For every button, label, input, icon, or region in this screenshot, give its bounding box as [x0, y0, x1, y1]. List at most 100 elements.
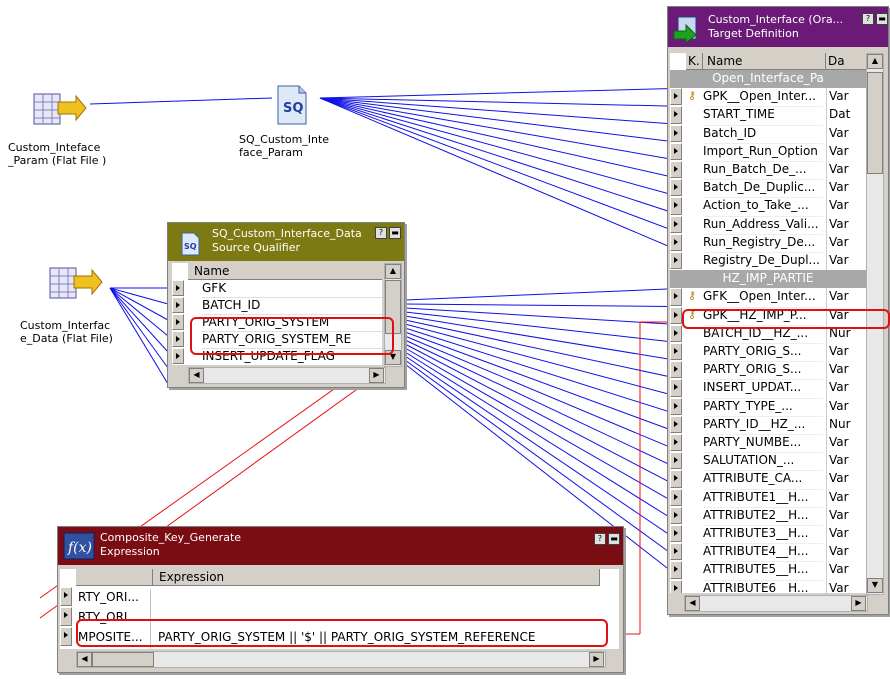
scroll-right-button[interactable]: ▶	[369, 368, 384, 383]
port-arrow[interactable]	[670, 288, 682, 306]
port-name[interactable]: SALUTATION_...	[703, 452, 823, 472]
port-expression[interactable]	[158, 589, 598, 609]
sq-horizontal-scrollbar[interactable]: ◀ ▶	[188, 367, 386, 384]
port-arrow[interactable]	[670, 142, 682, 160]
port-arrow[interactable]	[670, 88, 682, 106]
scroll-right-button[interactable]: ▶	[851, 596, 866, 611]
help-button[interactable]: ?	[594, 533, 606, 545]
expr-horizontal-scrollbar[interactable]: ◀ ▶	[76, 651, 606, 668]
port-arrow[interactable]	[670, 415, 682, 433]
port-arrow[interactable]	[670, 579, 682, 593]
expr-title-bar[interactable]: f(x) Composite_Key_Generate Expression ?…	[58, 527, 623, 565]
port-arrow[interactable]	[670, 306, 682, 324]
port-arrow[interactable]	[670, 379, 682, 397]
port-name[interactable]: ATTRIBUTE4__H...	[703, 543, 823, 563]
port-name[interactable]: Run_Batch_De_...	[703, 161, 823, 181]
port-name[interactable]: INSERT_UPDAT...	[703, 379, 823, 399]
port-name[interactable]: RTY_ORI...	[78, 589, 151, 609]
port-arrow[interactable]	[172, 331, 184, 347]
port-arrow[interactable]	[60, 607, 72, 626]
port-name[interactable]: START_TIME	[703, 106, 823, 126]
port-name[interactable]: ATTRIBUTE3__H...	[703, 525, 823, 545]
source-qualifier-window[interactable]: SQ SQ_Custom_Interface_Data Source Quali…	[167, 222, 405, 388]
flat-file-icon[interactable]	[48, 262, 104, 310]
port-name[interactable]: ATTRIBUTE_CA...	[703, 470, 823, 490]
port-arrow[interactable]	[60, 627, 72, 646]
port-name[interactable]: PARTY_ORIG_S...	[703, 343, 823, 363]
scroll-up-button[interactable]: ▲	[385, 264, 401, 279]
link-line	[319, 97, 683, 162]
port-arrow[interactable]	[670, 124, 682, 142]
port-name[interactable]: GFK__Open_Inter...	[703, 288, 823, 308]
port-arrow[interactable]	[670, 106, 682, 124]
port-name[interactable]: Registry_De_Dupl...	[703, 252, 823, 272]
port-datatype: Var	[826, 343, 866, 362]
sq-title-bar[interactable]: SQ SQ_Custom_Interface_Data Source Quali…	[168, 223, 404, 261]
port-name[interactable]: GFK	[202, 280, 382, 298]
source-qualifier-icon[interactable]: SQ	[275, 84, 309, 126]
port-arrow[interactable]	[670, 324, 682, 342]
scroll-left-button[interactable]: ◀	[189, 368, 204, 383]
port-name[interactable]: Action_to_Take_...	[703, 197, 823, 217]
port-arrow[interactable]	[172, 280, 184, 296]
port-arrow[interactable]	[670, 397, 682, 415]
target-definition-window[interactable]: Custom_Interface (Ora... Target Definiti…	[667, 6, 890, 615]
port-name[interactable]: PARTY_NUMBE...	[703, 434, 823, 454]
minimize-button[interactable]: ▬	[608, 533, 620, 545]
help-button[interactable]: ?	[375, 227, 387, 239]
scroll-down-button[interactable]: ▼	[867, 578, 883, 593]
port-arrow[interactable]	[670, 197, 682, 215]
port-name[interactable]: GPK__Open_Inter...	[703, 88, 823, 108]
port-name[interactable]: PARTY_ID__HZ_...	[703, 416, 823, 435]
port-name[interactable]: ATTRIBUTE2__H...	[703, 507, 823, 526]
scroll-thumb[interactable]	[867, 72, 883, 174]
port-name[interactable]: Batch_De_Duplic...	[703, 179, 823, 199]
port-arrow[interactable]	[670, 470, 682, 488]
scroll-right-button[interactable]: ▶	[589, 652, 604, 667]
port-arrow[interactable]	[670, 179, 682, 197]
scroll-left-button[interactable]: ◀	[685, 596, 700, 611]
port-arrow[interactable]	[670, 233, 682, 251]
target-subtitle: Target Definition	[708, 27, 799, 40]
port-arrow[interactable]	[670, 343, 682, 361]
port-arrow[interactable]	[172, 348, 184, 364]
port-name[interactable]: Batch_ID	[703, 125, 823, 144]
port-arrow[interactable]	[670, 215, 682, 233]
target-title-bar[interactable]: Custom_Interface (Ora... Target Definiti…	[668, 7, 888, 47]
svg-text:f(x): f(x)	[67, 540, 92, 556]
minimize-button[interactable]: ▬	[876, 13, 888, 25]
port-arrow[interactable]	[670, 434, 682, 452]
port-arrow[interactable]	[670, 361, 682, 379]
port-arrow[interactable]	[670, 452, 682, 470]
port-arrow[interactable]	[670, 161, 682, 179]
port-arrow[interactable]	[670, 561, 682, 579]
expression-window[interactable]: f(x) Composite_Key_Generate Expression ?…	[57, 526, 624, 673]
port-name[interactable]: PARTY_TYPE_...	[703, 398, 823, 417]
port-name[interactable]: ATTRIBUTE1__H...	[703, 489, 823, 508]
port-arrow[interactable]	[670, 525, 682, 543]
target-horizontal-scrollbar[interactable]: ◀ ▶	[684, 595, 868, 612]
port-arrow[interactable]	[172, 314, 184, 330]
port-name[interactable]: ATTRIBUTE6__H...	[703, 580, 823, 593]
port-arrow[interactable]	[670, 488, 682, 506]
port-arrow[interactable]	[172, 297, 184, 313]
port-arrow[interactable]	[670, 543, 682, 561]
port-name[interactable]: ATTRIBUTE5__H...	[703, 561, 823, 581]
link-line	[319, 97, 683, 180]
port-name[interactable]: Run_Address_Vali...	[703, 216, 823, 235]
port-arrow[interactable]	[670, 506, 682, 524]
port-arrow[interactable]	[670, 252, 682, 270]
scroll-thumb[interactable]	[92, 652, 154, 667]
scroll-up-button[interactable]: ▲	[867, 54, 883, 69]
link-line	[319, 97, 683, 217]
port-name[interactable]: BATCH_ID	[202, 297, 382, 315]
help-button[interactable]: ?	[862, 13, 874, 25]
port-name[interactable]: PARTY_ORIG_S...	[703, 361, 823, 381]
port-arrow[interactable]	[60, 587, 72, 606]
port-name[interactable]: Import_Run_Option	[703, 143, 823, 162]
port-name[interactable]: Run_Registry_De...	[703, 234, 823, 253]
scroll-left-button[interactable]: ◀	[77, 652, 92, 667]
port-datatype: Var	[826, 88, 866, 107]
minimize-button[interactable]: ▬	[389, 227, 401, 239]
flat-file-icon[interactable]	[32, 88, 88, 136]
